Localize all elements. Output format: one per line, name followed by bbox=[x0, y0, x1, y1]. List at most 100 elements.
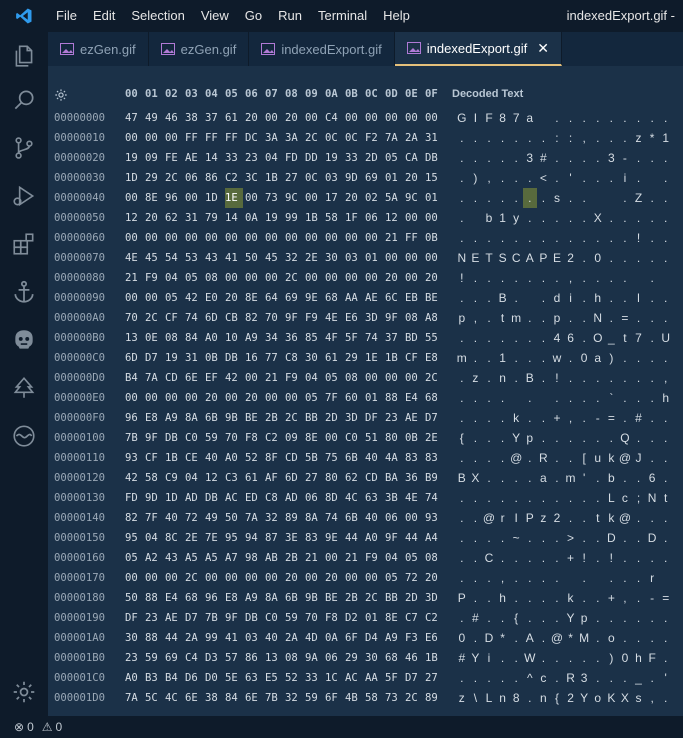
decoded-char[interactable]: . bbox=[509, 588, 523, 608]
decoded-char[interactable]: n bbox=[496, 368, 510, 388]
hex-byte[interactable]: 7B bbox=[205, 608, 225, 628]
menu-item-edit[interactable]: Edit bbox=[85, 0, 123, 32]
error-icon[interactable]: ⊗ bbox=[14, 720, 24, 734]
decoded-char[interactable]: B bbox=[455, 468, 469, 488]
decoded-char[interactable]: . bbox=[645, 608, 659, 628]
decoded-char[interactable]: . bbox=[469, 548, 483, 568]
decoded-char[interactable]: . bbox=[645, 388, 659, 408]
hex-byte[interactable]: 29 bbox=[345, 648, 365, 668]
decoded-char[interactable]: . bbox=[659, 608, 673, 628]
hex-byte[interactable]: 59 bbox=[285, 608, 305, 628]
decoded-char[interactable]: . bbox=[659, 228, 673, 248]
hex-byte[interactable]: 3D bbox=[345, 408, 365, 428]
hex-byte[interactable]: 2E bbox=[185, 528, 205, 548]
decoded-char[interactable]: N bbox=[591, 308, 605, 328]
hex-byte[interactable]: AE bbox=[365, 288, 385, 308]
decoded-char[interactable]: h bbox=[632, 648, 646, 668]
hex-byte[interactable]: 12 bbox=[205, 468, 225, 488]
decoded-char[interactable]: u bbox=[591, 448, 605, 468]
decoded-char[interactable]: . bbox=[455, 188, 469, 208]
hex-byte[interactable]: 70 bbox=[225, 428, 245, 448]
decoded-char[interactable]: . bbox=[632, 108, 646, 128]
hex-byte[interactable]: 00 bbox=[165, 568, 185, 588]
hex-byte[interactable]: 2C bbox=[365, 588, 385, 608]
warning-count[interactable]: 0 bbox=[56, 720, 63, 734]
hex-byte[interactable]: 00 bbox=[365, 108, 385, 128]
decoded-char[interactable]: X bbox=[469, 468, 483, 488]
decoded-char[interactable]: . bbox=[523, 608, 537, 628]
decoded-char[interactable]: . bbox=[509, 548, 523, 568]
hex-byte[interactable]: 00 bbox=[405, 268, 425, 288]
hex-byte[interactable]: 51 bbox=[365, 428, 385, 448]
hex-byte[interactable]: 72 bbox=[405, 568, 425, 588]
decoded-char[interactable]: . bbox=[645, 408, 659, 428]
hex-byte[interactable]: 31 bbox=[185, 348, 205, 368]
extensions-icon[interactable] bbox=[0, 220, 48, 268]
hex-byte[interactable]: D6 bbox=[185, 668, 205, 688]
hex-byte[interactable]: 00 bbox=[345, 568, 365, 588]
hex-byte[interactable]: AE bbox=[165, 608, 185, 628]
decoded-char[interactable]: F bbox=[482, 108, 496, 128]
hex-byte[interactable]: 2B bbox=[265, 408, 285, 428]
decoded-char[interactable]: . bbox=[496, 328, 510, 348]
hex-byte[interactable]: 06 bbox=[385, 508, 405, 528]
decoded-char[interactable]: . bbox=[591, 488, 605, 508]
decoded-char[interactable]: . bbox=[455, 288, 469, 308]
hex-byte[interactable]: DB bbox=[425, 148, 445, 168]
decoded-char[interactable]: . bbox=[469, 588, 483, 608]
hex-byte[interactable]: 1E bbox=[225, 188, 243, 208]
decoded-char[interactable]: . bbox=[455, 508, 469, 528]
decoded-char[interactable]: . bbox=[537, 428, 551, 448]
hex-byte[interactable]: 20 bbox=[245, 108, 265, 128]
hex-byte[interactable]: 54 bbox=[165, 248, 185, 268]
decoded-char[interactable]: k bbox=[509, 408, 523, 428]
menu-item-selection[interactable]: Selection bbox=[123, 0, 192, 32]
decoded-char[interactable]: . bbox=[509, 128, 523, 148]
hex-byte[interactable]: 00 bbox=[305, 228, 325, 248]
hex-byte[interactable]: 44 bbox=[165, 628, 185, 648]
decoded-char[interactable]: t bbox=[618, 328, 632, 348]
decoded-char[interactable]: . bbox=[455, 388, 469, 408]
decoded-char[interactable]: @ bbox=[618, 508, 632, 528]
hex-byte[interactable]: CF bbox=[405, 348, 425, 368]
decoded-char[interactable]: = bbox=[605, 408, 619, 428]
decoded-char[interactable]: . bbox=[455, 408, 469, 428]
hex-byte[interactable]: 85 bbox=[305, 328, 325, 348]
decoded-char[interactable]: < bbox=[537, 168, 551, 188]
hex-byte[interactable]: C9 bbox=[165, 468, 185, 488]
decoded-char[interactable]: W bbox=[523, 648, 537, 668]
hex-byte[interactable]: 40 bbox=[365, 508, 385, 528]
decoded-char[interactable]: . bbox=[605, 268, 619, 288]
hex-byte[interactable]: 00 bbox=[225, 228, 245, 248]
hex-byte[interactable]: 19 bbox=[265, 208, 285, 228]
hex-byte[interactable]: F9 bbox=[365, 548, 385, 568]
hex-byte[interactable]: 7A bbox=[125, 688, 145, 708]
decoded-char[interactable]: . bbox=[523, 568, 537, 588]
warning-icon[interactable]: ⚠ bbox=[42, 720, 53, 734]
decoded-char[interactable]: . bbox=[577, 168, 591, 188]
decoded-char[interactable]: @ bbox=[618, 448, 632, 468]
decoded-char[interactable]: D bbox=[482, 628, 496, 648]
hex-byte[interactable]: F8 bbox=[325, 608, 345, 628]
decoded-char[interactable]: . bbox=[605, 308, 619, 328]
decoded-char[interactable]: . bbox=[645, 368, 659, 388]
hex-byte[interactable]: 00 bbox=[125, 288, 145, 308]
hex-byte[interactable]: DB bbox=[205, 488, 225, 508]
tab-ezgen-gif[interactable]: ezGen.gif bbox=[148, 32, 250, 66]
hex-byte[interactable]: 7B bbox=[125, 428, 145, 448]
explorer-icon[interactable] bbox=[0, 32, 48, 80]
decoded-char[interactable]: 0 bbox=[577, 348, 591, 368]
decoded-char[interactable]: . bbox=[523, 448, 537, 468]
decoded-char[interactable]: . bbox=[659, 448, 673, 468]
decoded-char[interactable]: . bbox=[659, 148, 673, 168]
decoded-char[interactable]: k bbox=[605, 508, 619, 528]
hex-byte[interactable]: 00 bbox=[365, 368, 385, 388]
decoded-char[interactable]: . bbox=[482, 468, 496, 488]
decoded-char[interactable]: . bbox=[482, 288, 496, 308]
decoded-char[interactable]: . bbox=[564, 388, 578, 408]
hex-byte[interactable]: 52 bbox=[245, 448, 265, 468]
hex-byte[interactable]: 6B bbox=[345, 508, 365, 528]
decoded-char[interactable]: . bbox=[509, 468, 523, 488]
hex-byte[interactable]: 40 bbox=[165, 508, 185, 528]
hex-byte[interactable]: 1D bbox=[205, 188, 225, 208]
